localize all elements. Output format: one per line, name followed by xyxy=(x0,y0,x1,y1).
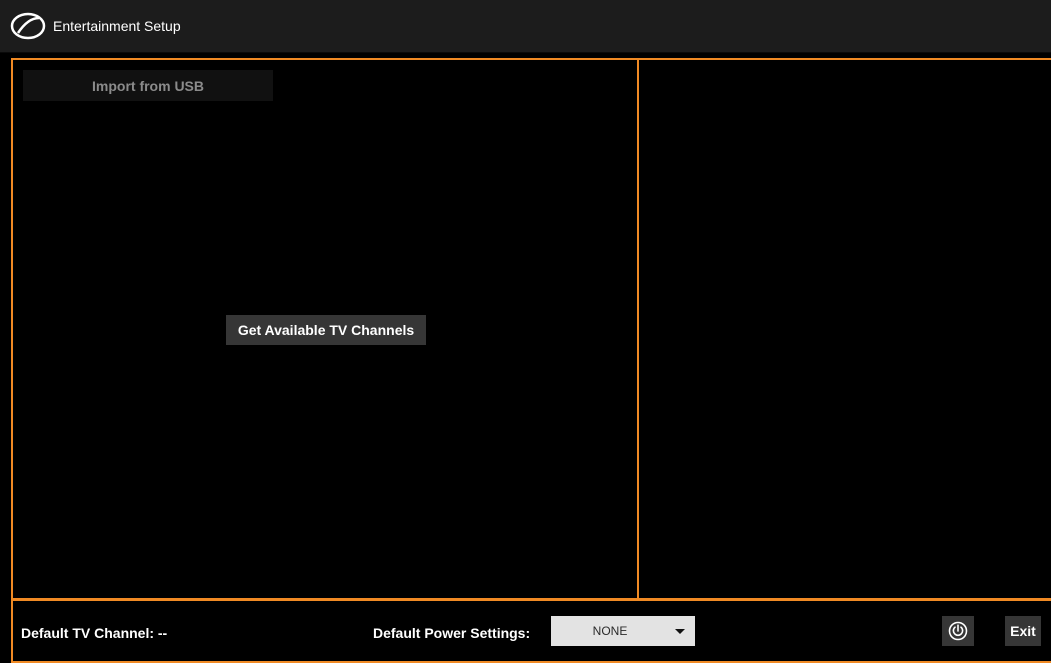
exit-button[interactable]: Exit xyxy=(1005,616,1041,646)
power-button[interactable] xyxy=(942,616,974,646)
title-bar: Entertainment Setup xyxy=(0,0,1051,53)
get-available-tv-channels-button[interactable]: Get Available TV Channels xyxy=(226,315,426,345)
default-tv-channel-label: Default TV Channel: -- xyxy=(21,625,168,641)
channel-list-panel: Import from USB Get Available TV Channel… xyxy=(11,58,640,600)
power-select-value: NONE xyxy=(592,624,628,638)
entertainment-setup-screen: Entertainment Setup Import from USB Get … xyxy=(0,0,1051,663)
import-from-usb-button[interactable]: Import from USB xyxy=(23,70,273,101)
power-icon xyxy=(948,621,968,641)
default-power-settings-label: Default Power Settings: xyxy=(373,625,531,641)
chevron-down-icon xyxy=(675,629,685,634)
channel-detail-panel xyxy=(637,58,1051,600)
default-power-settings-dropdown[interactable]: NONE xyxy=(551,616,695,646)
settings-footer: Default TV Channel: -- Default Power Set… xyxy=(11,599,1051,663)
app-logo-icon xyxy=(10,12,46,40)
app-title: Entertainment Setup xyxy=(53,18,181,34)
